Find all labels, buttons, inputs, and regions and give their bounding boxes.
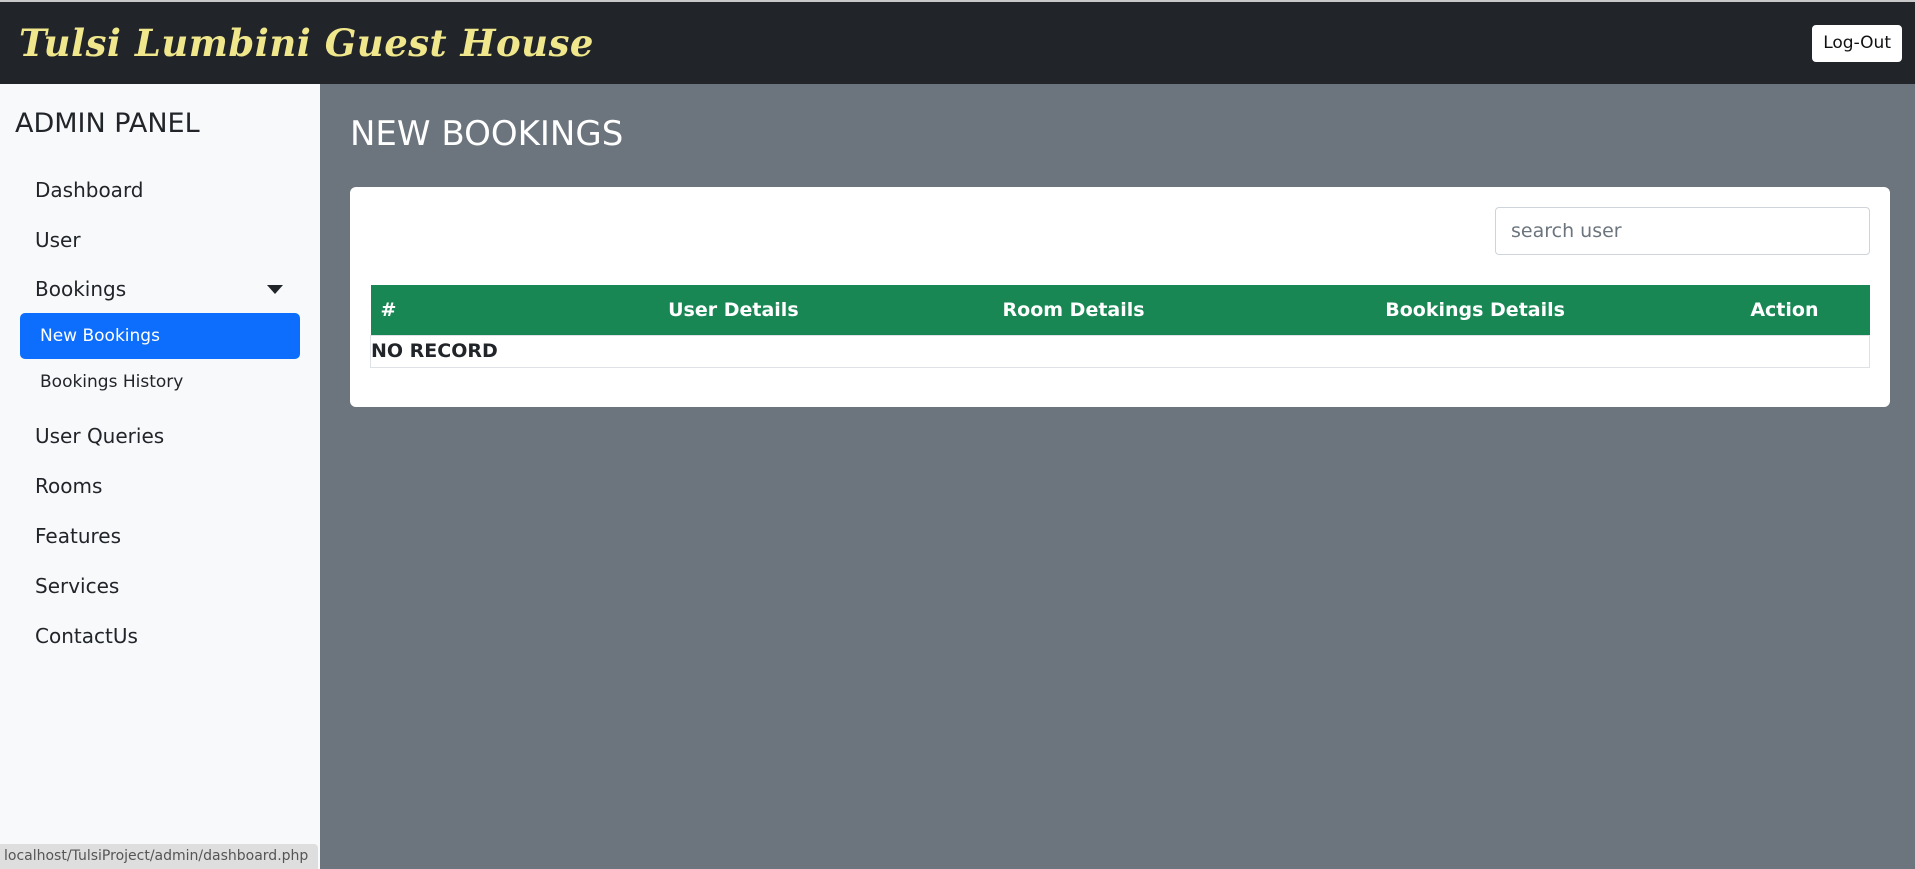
top-navbar: Tulsi Lumbini Guest House Log-Out: [0, 0, 1915, 84]
no-record-message: NO RECORD: [370, 334, 1870, 368]
column-header-room-details: Room Details: [1002, 298, 1145, 321]
sidebar-item-dashboard[interactable]: Dashboard: [0, 165, 320, 215]
bookings-table: # User Details Room Details Bookings Det…: [370, 285, 1870, 368]
logout-button[interactable]: Log-Out: [1812, 24, 1902, 62]
column-header-bookings-details: Bookings Details: [1385, 298, 1565, 321]
column-header-number: #: [380, 298, 397, 321]
sidebar-item-rooms[interactable]: Rooms: [0, 461, 320, 511]
caret-down-icon[interactable]: [267, 284, 283, 294]
sidebar-item-services[interactable]: Services: [0, 561, 320, 611]
table-header-row: # User Details Room Details Bookings Det…: [370, 285, 1870, 335]
main-content: NEW BOOKINGS # User Details Room Details…: [320, 84, 1915, 869]
sidebar-subitem-new-bookings[interactable]: New Bookings: [20, 313, 300, 359]
admin-panel-title: ADMIN PANEL: [15, 108, 200, 139]
sidebar: ADMIN PANEL Dashboard User Bookings New …: [0, 84, 320, 869]
page-title: NEW BOOKINGS: [350, 114, 624, 154]
sidebar-item-bookings-label: Bookings: [35, 277, 127, 301]
bookings-card: # User Details Room Details Bookings Det…: [350, 187, 1890, 407]
search-input[interactable]: [1495, 207, 1870, 255]
table-row: NO RECORD: [370, 334, 1870, 368]
sidebar-subitem-bookings-history[interactable]: Bookings History: [20, 359, 300, 405]
column-header-action: Action: [1750, 298, 1819, 321]
sidebar-item-contactus[interactable]: ContactUs: [0, 611, 320, 661]
sidebar-item-features[interactable]: Features: [0, 511, 320, 561]
search-row: [370, 207, 1870, 255]
sidebar-item-bookings[interactable]: Bookings: [0, 265, 320, 313]
table-header: # User Details Room Details Bookings Det…: [370, 285, 1870, 335]
sidebar-item-user-queries[interactable]: User Queries: [0, 411, 320, 461]
sidebar-item-user[interactable]: User: [0, 215, 320, 265]
column-header-user-details: User Details: [668, 298, 799, 321]
browser-status-bar: localhost/TulsiProject/admin/dashboard.p…: [0, 844, 319, 869]
brand-title: Tulsi Lumbini Guest House: [19, 21, 594, 65]
table-body: NO RECORD: [370, 334, 1870, 368]
